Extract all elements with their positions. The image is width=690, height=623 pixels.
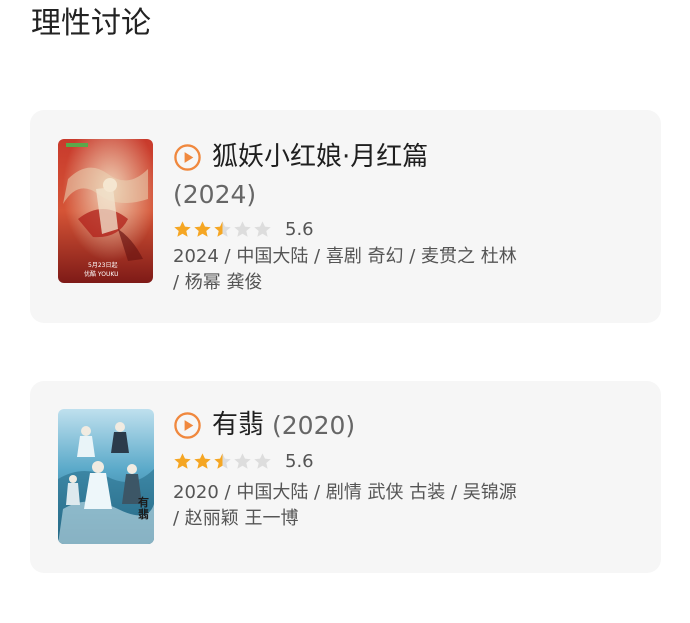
star-half-icon	[214, 452, 231, 469]
star-empty-icon	[234, 452, 251, 469]
movie-meta: 2020 / 中国大陆 / 剧情 武侠 古装 / 吴锦源 / 赵丽颖 王一博	[173, 482, 517, 529]
star-empty-icon	[254, 220, 271, 237]
movie-poster[interactable]: 5月23日起 优酷 YOUKU	[58, 139, 153, 283]
movie-card[interactable]: 5月23日起 优酷 YOUKU 狐妖小红娘·月红篇 (2024) 5.6 202…	[30, 110, 661, 323]
movie-year: (2024)	[173, 180, 257, 209]
play-icon[interactable]	[173, 411, 202, 440]
star-empty-icon	[254, 452, 271, 469]
poster-caption-title: 有翡	[138, 496, 149, 521]
rating-score: 5.6	[285, 218, 314, 240]
star-filled-icon	[194, 452, 211, 469]
rating: 5.6	[173, 216, 641, 242]
movie-poster[interactable]: 有翡	[58, 409, 154, 544]
movie-title[interactable]: 狐妖小红娘·月红篇	[212, 140, 428, 174]
poster-caption-date: 5月23日起	[88, 262, 118, 269]
movie-year: (2020)	[272, 410, 356, 440]
movie-card[interactable]: 有翡 有翡 (2020) 5.6 2020 / 中国大陆 / 剧情 武侠 古装 …	[30, 381, 661, 573]
star-rating	[173, 452, 273, 471]
star-filled-icon	[174, 452, 191, 469]
rating: 5.6	[173, 448, 641, 474]
star-filled-icon	[174, 220, 191, 237]
rating-score: 5.6	[285, 450, 314, 472]
section-title: 理性讨论	[31, 6, 151, 41]
star-half-icon	[214, 220, 231, 237]
star-rating	[173, 220, 273, 239]
star-filled-icon	[194, 220, 211, 237]
star-empty-icon	[234, 220, 251, 237]
movie-title[interactable]: 有翡	[212, 408, 264, 442]
movie-meta: 2024 / 中国大陆 / 喜剧 奇幻 / 麦贯之 杜林 / 杨幂 龚俊	[173, 246, 517, 293]
play-icon[interactable]	[173, 143, 202, 172]
poster-caption-sub: 优酷 YOUKU	[84, 271, 119, 278]
